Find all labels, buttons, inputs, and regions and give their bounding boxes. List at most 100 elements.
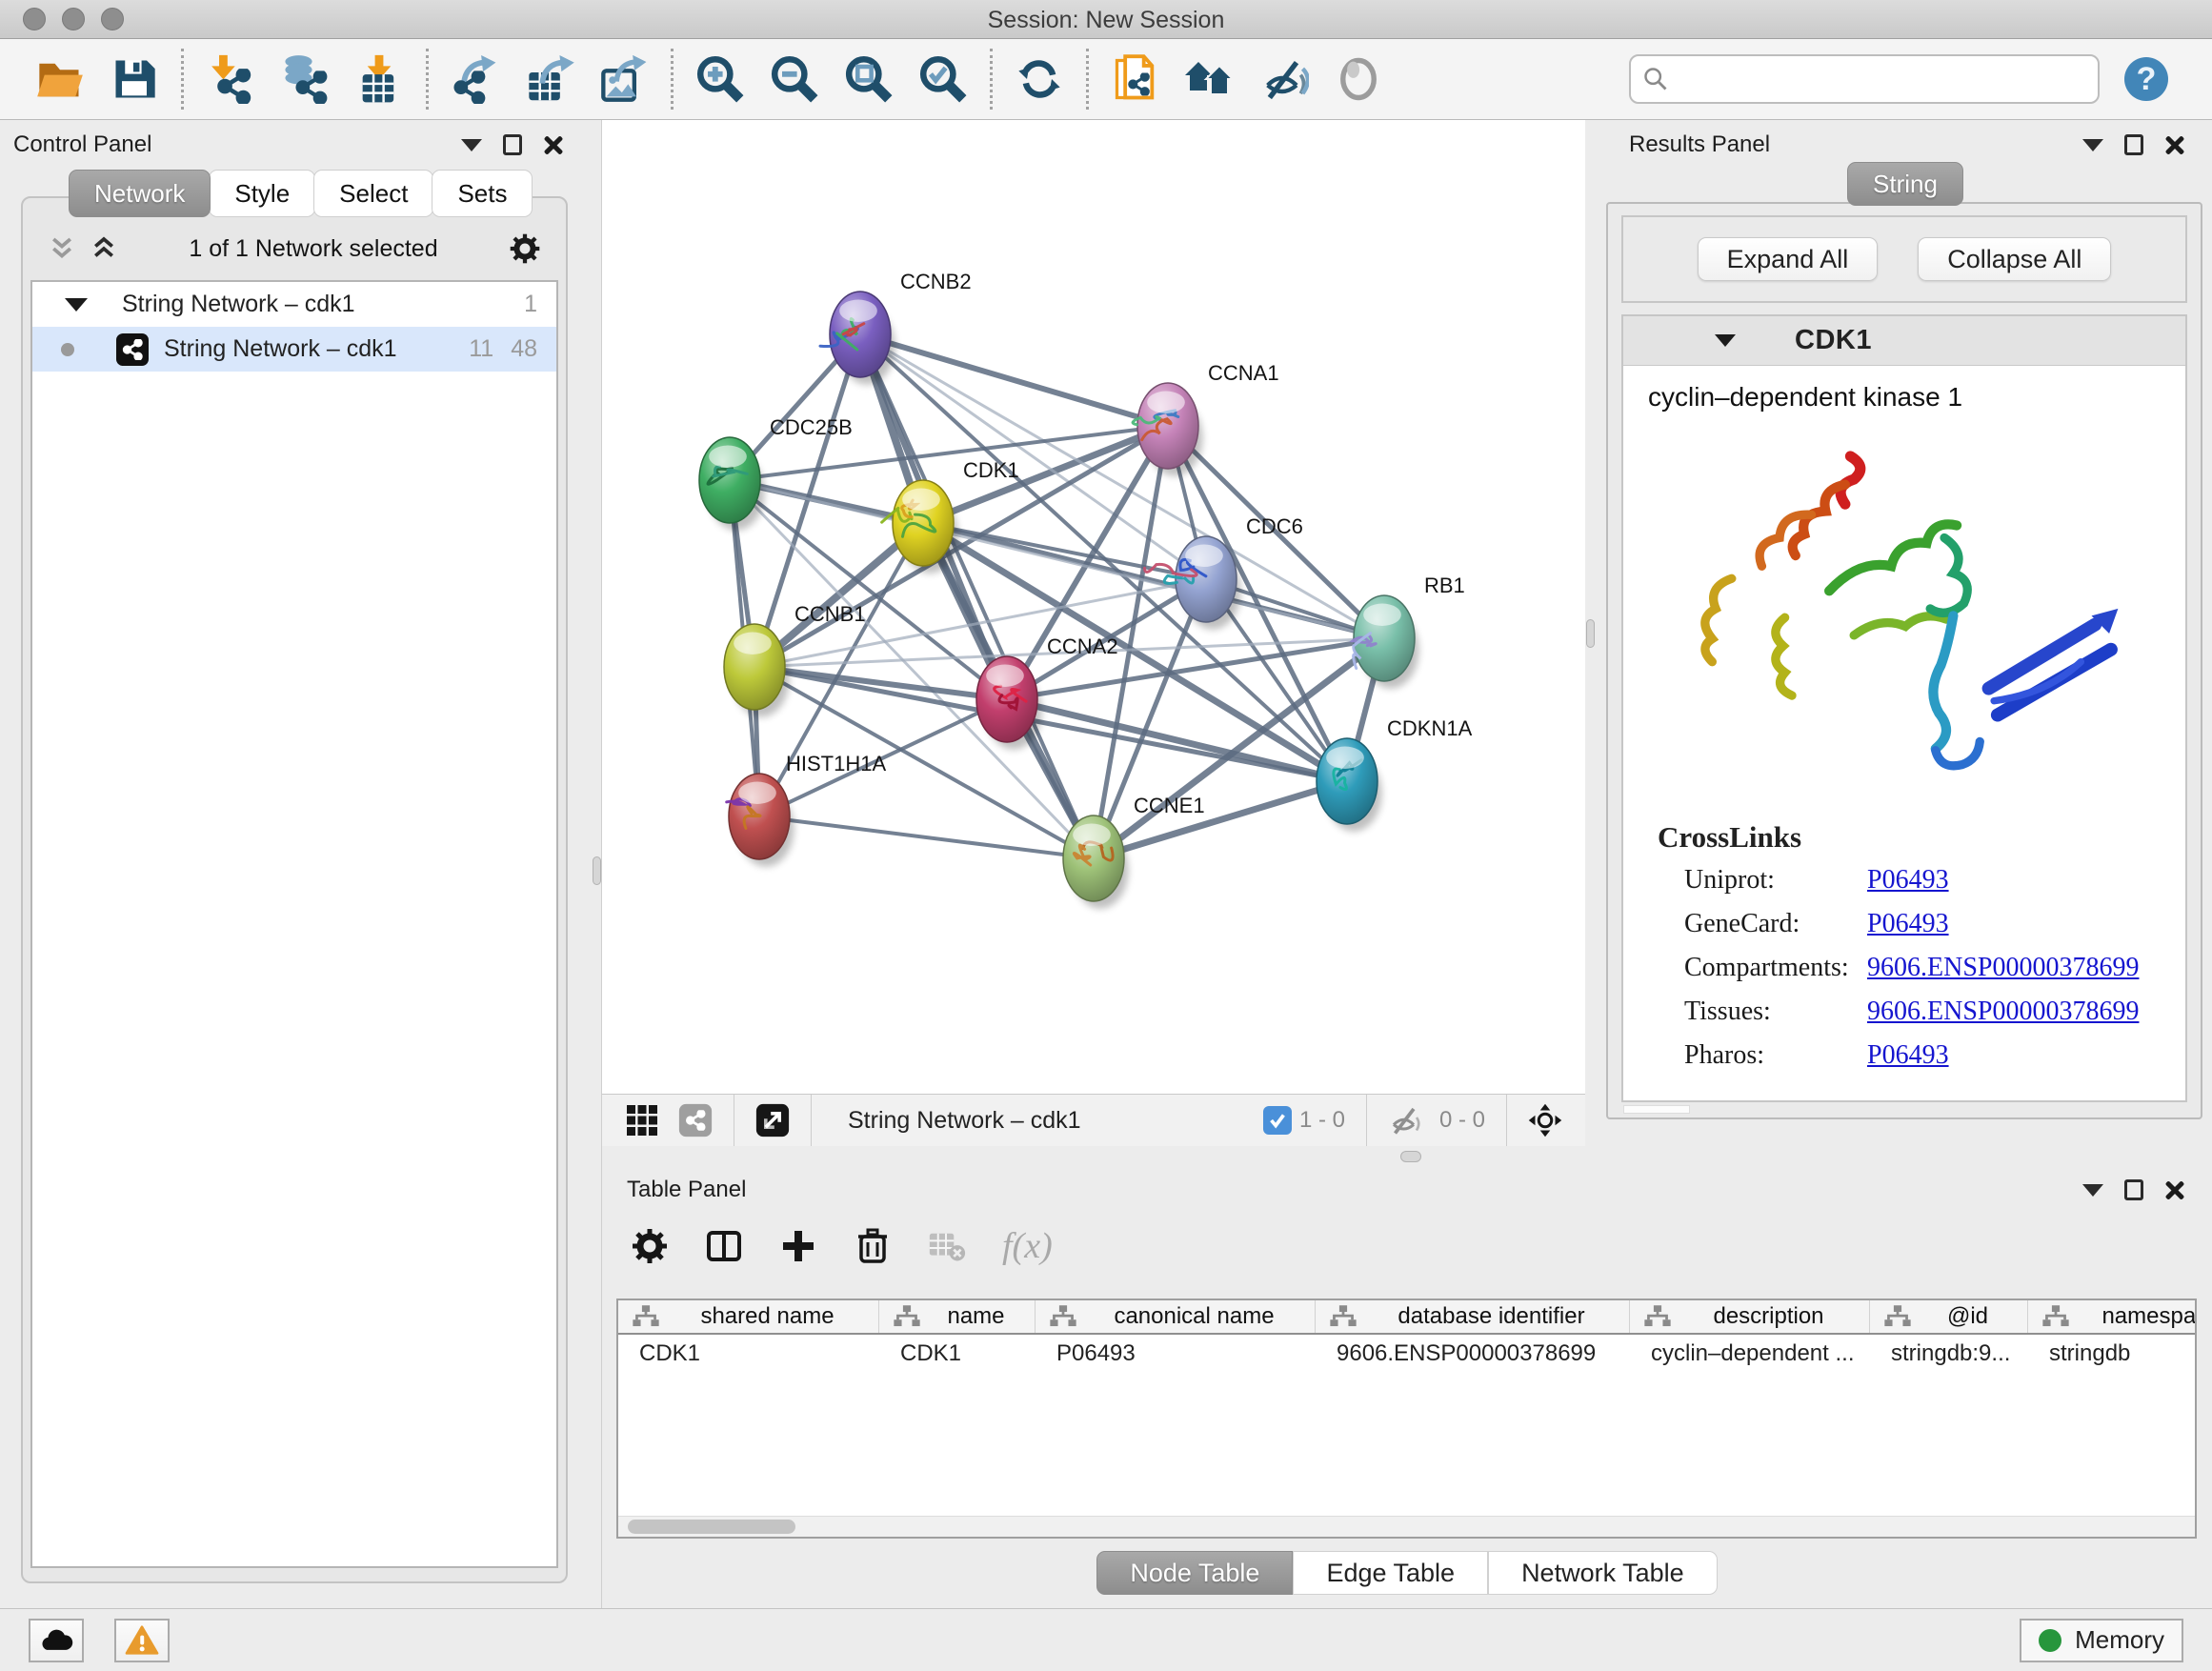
section-expander-icon[interactable] (1715, 334, 1736, 347)
node-table[interactable]: shared namenamecanonical namedatabase id… (616, 1299, 2197, 1539)
node-section-header[interactable]: CDK1 (1623, 316, 2185, 366)
bottom-splitter[interactable] (602, 1146, 2212, 1167)
panel-float-icon[interactable] (503, 134, 522, 155)
selected-nodes-checkbox[interactable] (1263, 1106, 1292, 1135)
collapse-all-button[interactable]: Collapse All (1918, 237, 2111, 281)
network-node-CCNE1[interactable] (1063, 815, 1128, 909)
import-network-database-button[interactable] (268, 49, 342, 110)
table-cell[interactable]: stringdb (2028, 1340, 2197, 1367)
scrollbar-thumb[interactable] (628, 1520, 795, 1534)
crosslink-link[interactable]: P06493 (1867, 1040, 1949, 1071)
right-splitter[interactable] (1585, 120, 1597, 1146)
table-cell[interactable]: CDK1 (618, 1340, 879, 1367)
table-cell[interactable]: stringdb:9... (1870, 1340, 2028, 1367)
table-cell[interactable]: 9606.ENSP00000378699 (1316, 1340, 1630, 1367)
grid-view-button[interactable] (623, 1101, 661, 1139)
hidden-items-icon[interactable] (1386, 1101, 1424, 1139)
network-edge[interactable] (759, 816, 1094, 858)
network-edge[interactable] (860, 334, 1094, 858)
crosslink-link[interactable]: P06493 (1867, 865, 1949, 896)
panel-float-icon[interactable] (2124, 134, 2143, 155)
panel-close-icon[interactable] (2164, 1179, 2185, 1200)
import-table-button[interactable] (342, 49, 416, 110)
network-node-CCNA1[interactable] (1133, 383, 1202, 476)
network-edge[interactable] (860, 334, 1168, 426)
preview-button[interactable] (1321, 49, 1396, 110)
export-table-button[interactable] (513, 49, 587, 110)
network-row[interactable]: String Network – cdk1 11 48 (32, 327, 556, 372)
tab-network-table[interactable]: Network Table (1488, 1551, 1718, 1595)
expand-all-icon[interactable] (90, 234, 118, 263)
right-splitter-handle[interactable] (1586, 619, 1595, 648)
network-share-button[interactable] (676, 1101, 714, 1139)
panel-menu-icon[interactable] (461, 139, 482, 151)
crosslink-link[interactable]: 9606.ENSP00000378699 (1867, 953, 2139, 983)
show-hide-button[interactable] (1247, 49, 1321, 110)
home-button[interactable] (1173, 49, 1247, 110)
column-header-description[interactable]: description (1630, 1300, 1870, 1333)
network-options-gear-icon[interactable] (509, 232, 541, 265)
tab-select[interactable]: Select (313, 170, 433, 217)
table-options-gear-icon[interactable] (631, 1227, 669, 1265)
expand-all-button[interactable]: Expand All (1698, 237, 1879, 281)
collection-expander-icon[interactable] (65, 298, 88, 312)
export-network-button[interactable] (438, 49, 513, 110)
tab-style[interactable]: Style (209, 170, 315, 217)
column-header-shared-name[interactable]: shared name (618, 1300, 879, 1333)
network-node-HIST1H1A[interactable] (727, 774, 794, 867)
table-cell[interactable]: P06493 (1036, 1340, 1316, 1367)
left-splitter[interactable] (593, 120, 602, 1608)
crosslink-link[interactable]: 9606.ENSP00000378699 (1867, 997, 2139, 1027)
table-horizontal-scrollbar[interactable] (618, 1516, 2195, 1537)
left-splitter-handle[interactable] (593, 856, 601, 885)
memory-button[interactable]: Memory (2020, 1619, 2183, 1662)
birdseye-navigator-button[interactable] (1526, 1101, 1564, 1139)
column-header-name[interactable]: name (879, 1300, 1036, 1333)
zoom-in-button[interactable] (683, 49, 757, 110)
panel-float-icon[interactable] (2124, 1179, 2143, 1200)
delete-column-icon[interactable] (854, 1227, 892, 1265)
clipboard-share-button[interactable] (1098, 49, 1173, 110)
save-session-button[interactable] (97, 49, 171, 110)
collapse-all-icon[interactable] (48, 234, 76, 263)
network-edge[interactable] (1007, 699, 1347, 781)
import-network-file-button[interactable] (193, 49, 268, 110)
network-node-CCNB1[interactable] (724, 624, 789, 717)
help-button[interactable]: ? (2124, 57, 2168, 101)
refresh-button[interactable] (1002, 49, 1076, 110)
panel-menu-icon[interactable] (2082, 1184, 2103, 1197)
panel-close-icon[interactable] (2164, 134, 2185, 155)
cloud-status-button[interactable] (29, 1619, 84, 1662)
table-cell[interactable]: cyclin–dependent ... (1630, 1340, 1870, 1367)
tab-node-table[interactable]: Node Table (1096, 1551, 1293, 1595)
export-image-button[interactable] (587, 49, 661, 110)
warnings-button[interactable] (114, 1619, 170, 1662)
network-node-CCNB2[interactable] (820, 292, 895, 385)
network-view-canvas[interactable]: CCNB2CCNA1CDC25BCDK1CDC6RB1CCNB1CCNA2CDK… (602, 120, 1585, 1094)
tab-edge-table[interactable]: Edge Table (1293, 1551, 1488, 1595)
column-header-canonical-name[interactable]: canonical name (1036, 1300, 1316, 1333)
column-header-namespace[interactable]: namespace (2028, 1300, 2197, 1333)
add-column-icon[interactable] (779, 1227, 817, 1265)
network-node-CDK1[interactable] (882, 480, 958, 574)
show-columns-icon[interactable] (705, 1227, 743, 1265)
column-header-database-identifier[interactable]: database identifier (1316, 1300, 1630, 1333)
network-edge[interactable] (1094, 781, 1347, 858)
network-node-CDKN1A[interactable] (1317, 738, 1381, 832)
tab-network[interactable]: Network (69, 170, 211, 217)
panel-close-icon[interactable] (543, 134, 564, 155)
tab-string[interactable]: String (1847, 162, 1963, 206)
network-collection-row[interactable]: String Network – cdk1 1 (32, 282, 556, 327)
table-row[interactable]: CDK1CDK1P064939606.ENSP00000378699cyclin… (618, 1335, 2195, 1373)
detach-view-button[interactable] (754, 1101, 792, 1139)
zoom-fit-button[interactable] (832, 49, 906, 110)
network-node-RB1[interactable] (1353, 595, 1419, 689)
open-session-button[interactable] (23, 49, 97, 110)
bottom-splitter-handle[interactable] (1400, 1151, 1421, 1162)
zoom-selected-button[interactable] (906, 49, 980, 110)
results-scrollbar[interactable] (1623, 1105, 1690, 1114)
network-node-CCNA2[interactable] (976, 656, 1041, 750)
zoom-out-button[interactable] (757, 49, 832, 110)
panel-menu-icon[interactable] (2082, 139, 2103, 151)
tab-sets[interactable]: Sets (432, 170, 533, 217)
